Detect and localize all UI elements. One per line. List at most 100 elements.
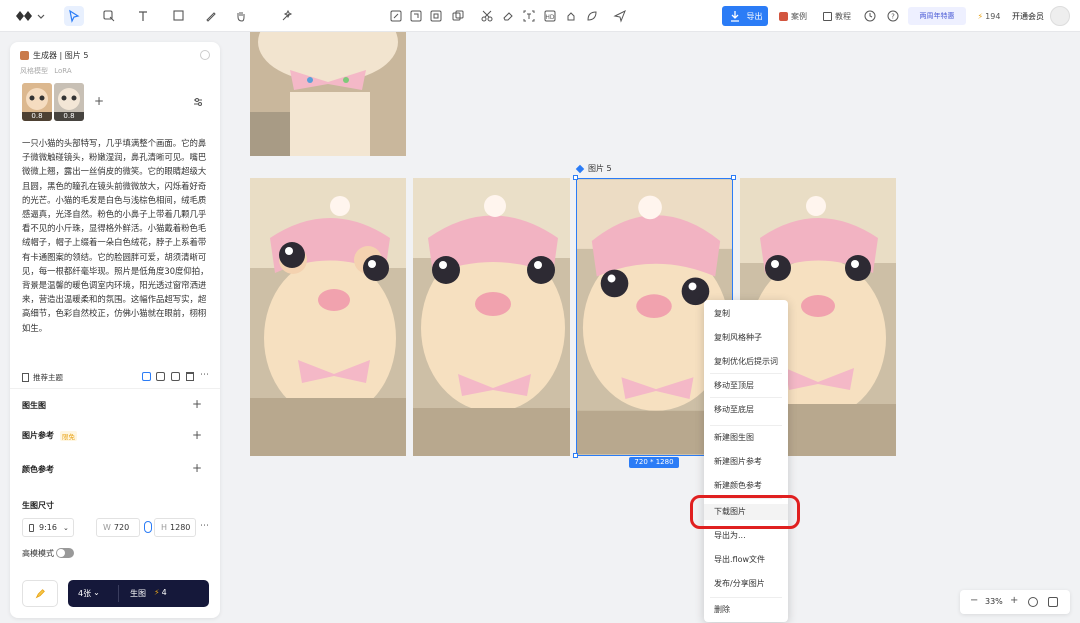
height-prefix: H xyxy=(161,523,168,532)
export-button[interactable]: 导出 xyxy=(722,6,768,26)
minimap-icon[interactable] xyxy=(1048,597,1058,607)
width-input[interactable]: W 720 xyxy=(96,518,140,537)
help-icon[interactable]: ? xyxy=(885,6,901,26)
zoom-out-button[interactable]: − xyxy=(970,595,978,606)
reference-weight-2: 0.8 xyxy=(54,112,84,121)
hd-mode-label: 高模模式 xyxy=(22,549,54,558)
edit-icon[interactable] xyxy=(388,6,404,26)
pen-icon[interactable] xyxy=(202,6,220,26)
refresh-icon[interactable] xyxy=(200,50,210,60)
generate-label: 生图 xyxy=(130,589,146,598)
send-icon[interactable] xyxy=(612,6,628,26)
expand-icon[interactable] xyxy=(428,6,444,26)
menu-item-7[interactable]: 新建图片参考 xyxy=(704,454,788,470)
add-color-ref-button[interactable]: + xyxy=(192,461,202,475)
prompt-text[interactable]: 一只小猫的头部特写，几乎填满整个画面。它的鼻子微微触碰镜头，粉嫩湿润，鼻孔清晰可… xyxy=(22,136,210,335)
bolt-icon: ⚡ xyxy=(977,11,984,21)
add-image-ref-button[interactable]: + xyxy=(192,428,202,442)
width-prefix: W xyxy=(103,523,111,532)
selected-image-name: 图片 5 xyxy=(588,164,612,173)
add-img2img-button[interactable]: + xyxy=(192,397,202,411)
translate-icon[interactable] xyxy=(156,372,165,381)
size-more-icon[interactable]: ⋯ xyxy=(200,521,209,531)
tutorial-button[interactable]: 教程 xyxy=(820,6,854,26)
copy-prompt-icon[interactable] xyxy=(142,372,151,381)
anniversary-promo-button[interactable]: 两周年特惠 xyxy=(908,7,966,25)
pointer-icon[interactable] xyxy=(64,6,84,26)
eraser-icon[interactable] xyxy=(500,6,516,26)
rocket-icon xyxy=(35,588,45,598)
settings-sliders-icon[interactable] xyxy=(192,96,204,108)
rocket-button[interactable] xyxy=(22,580,58,607)
canvas-image-3[interactable] xyxy=(413,178,570,456)
menu-item-1[interactable]: 复制 xyxy=(704,306,788,322)
menu-item-6[interactable]: 新建图生图 xyxy=(704,430,788,446)
menu-item-8[interactable]: 新建颜色参考 xyxy=(704,478,788,494)
logo-icon[interactable] xyxy=(14,8,34,24)
menu-item-5[interactable]: 移动至底层 xyxy=(704,402,788,418)
recommend-topic-button[interactable]: 推荐主题 xyxy=(22,372,63,383)
zoom-control: − 33% + xyxy=(960,590,1070,614)
cases-label: 案例 xyxy=(791,11,807,21)
reference-thumb-2[interactable]: 0.8 xyxy=(54,83,84,121)
export-label: 导出 xyxy=(746,11,763,21)
upscale-icon[interactable]: HD xyxy=(542,6,558,26)
zoom-level[interactable]: 33% xyxy=(985,597,1003,606)
fit-screen-icon[interactable] xyxy=(1028,597,1038,607)
ratio-value: 9:16 xyxy=(39,523,57,532)
book-icon xyxy=(823,11,832,21)
style-icon[interactable] xyxy=(584,6,600,26)
resize-handle-bl[interactable] xyxy=(573,453,578,458)
model-label: 风格模型 xyxy=(20,67,48,75)
count-select[interactable]: 4张 ⌄ xyxy=(78,588,100,599)
resize-handle-tl[interactable] xyxy=(573,175,578,180)
canvas-image-1[interactable] xyxy=(250,32,406,156)
shape-icon[interactable] xyxy=(166,6,192,26)
canvas-image-2[interactable] xyxy=(250,178,406,456)
generate-button[interactable]: 生图 ⚡ 4 xyxy=(130,588,167,599)
bolt-icon: ⚡ xyxy=(154,588,160,597)
hd-mode-toggle[interactable] xyxy=(56,548,74,558)
redraw-icon[interactable] xyxy=(563,6,579,26)
add-reference-button[interactable]: + xyxy=(92,94,106,108)
context-menu: 复制复制风格种子 复制优化后提示词 移动至顶层移动至底层新建图生图新建图片参考 新建颜… xyxy=(704,300,788,622)
ai-icon[interactable] xyxy=(278,6,296,26)
hand-icon[interactable] xyxy=(232,6,250,26)
count-label: 4张 xyxy=(78,589,92,598)
link-ratio-icon[interactable] xyxy=(144,521,152,533)
history-icon[interactable] xyxy=(862,6,878,26)
menu-item-13[interactable]: 删除 xyxy=(704,602,788,618)
selected-image-label: 图片 5 xyxy=(575,163,612,174)
menu-item-2[interactable]: 复制风格种子 xyxy=(704,330,788,346)
frame-icon[interactable] xyxy=(96,6,122,26)
more-icon[interactable]: ⋯ xyxy=(200,370,209,380)
resize-handle-tr[interactable] xyxy=(731,175,736,180)
expand-prompt-icon[interactable] xyxy=(171,372,180,381)
logo-menu-chevron-icon[interactable] xyxy=(36,6,46,26)
menu-item-10[interactable]: 导出为... xyxy=(704,528,788,544)
menu-item-12[interactable]: 发布/分享图片 xyxy=(704,576,788,592)
crop-icon[interactable] xyxy=(408,6,424,26)
height-input[interactable]: H 1280 xyxy=(154,518,196,537)
layers-icon[interactable] xyxy=(450,6,466,26)
menu-item-3[interactable]: 复制优化后提示词 xyxy=(704,354,788,370)
reference-thumb-1[interactable]: 0.8 xyxy=(22,83,52,121)
menu-item-4[interactable]: 移动至顶层 xyxy=(704,378,788,394)
model-row: 风格模型 LoRA xyxy=(20,66,72,76)
avatar[interactable] xyxy=(1050,6,1070,26)
trash-icon[interactable] xyxy=(186,372,194,381)
reference-weight-1: 0.8 xyxy=(22,112,52,121)
menu-item-11[interactable]: 导出.flow文件 xyxy=(704,552,788,568)
generator-icon xyxy=(20,51,29,60)
membership-button[interactable]: 开通会员 xyxy=(1008,6,1048,26)
text-icon[interactable] xyxy=(134,6,152,26)
scissors-icon[interactable] xyxy=(479,6,495,26)
divider xyxy=(118,585,119,602)
cases-button[interactable]: 案例 xyxy=(776,6,810,26)
ratio-select[interactable]: 9:16 ⌄ xyxy=(22,518,74,537)
zoom-in-button[interactable]: + xyxy=(1010,595,1018,606)
svg-text:HD: HD xyxy=(545,14,555,21)
credits-display[interactable]: ⚡ 194 xyxy=(974,6,1004,26)
text-recognize-icon[interactable] xyxy=(521,6,537,26)
cat-image xyxy=(250,178,406,456)
